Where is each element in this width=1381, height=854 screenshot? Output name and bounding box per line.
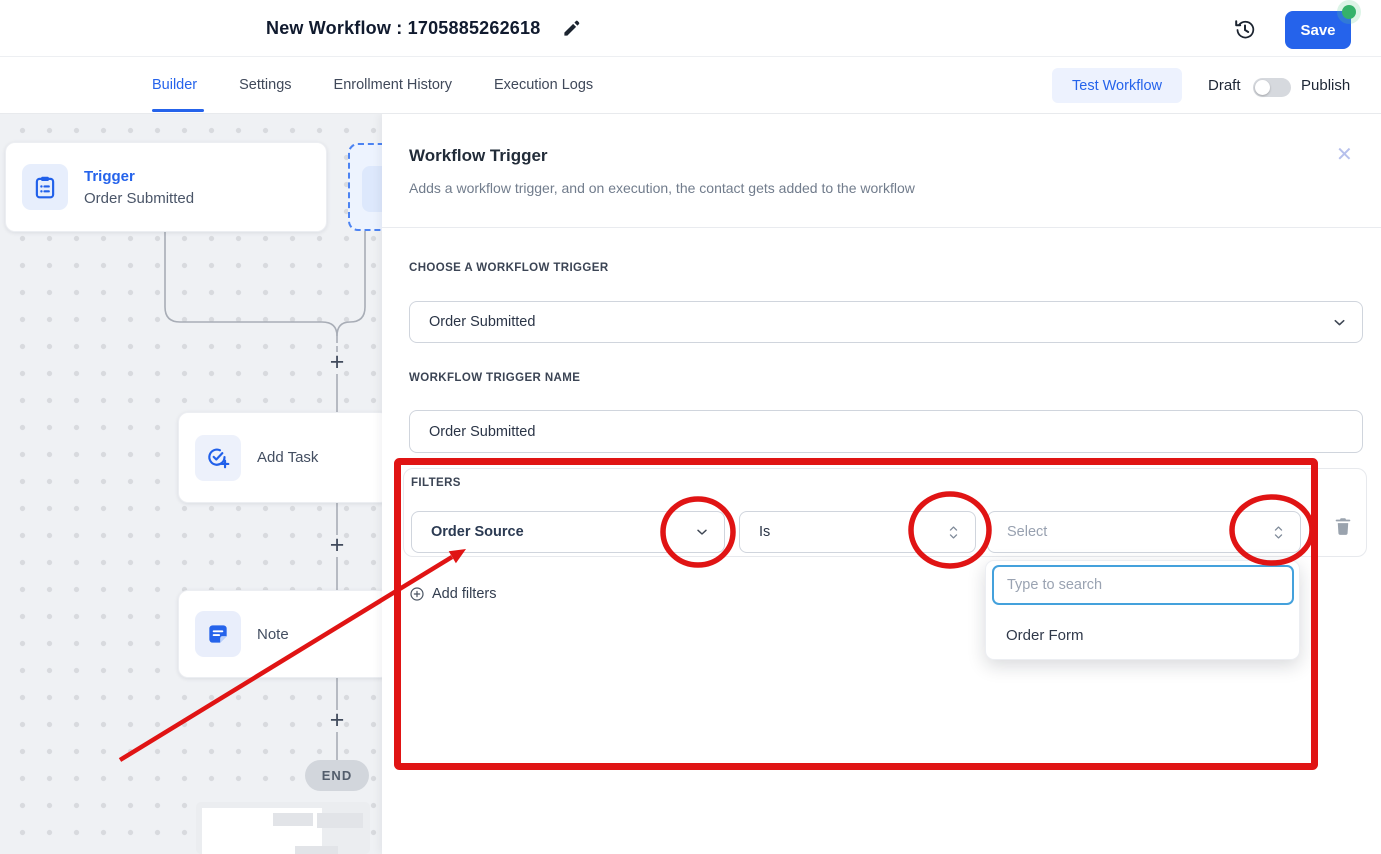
trigger-name-label: WORKFLOW TRIGGER NAME <box>409 372 580 384</box>
add-step-button-3[interactable]: + <box>324 708 350 734</box>
filter-value-select[interactable]: Select <box>987 511 1301 553</box>
delete-filter-button[interactable] <box>1332 514 1354 541</box>
trash-icon <box>1332 514 1354 538</box>
trigger-node-title: Trigger <box>84 168 194 185</box>
tab-settings[interactable]: Settings <box>239 77 291 93</box>
add-filters-button[interactable]: Add filters <box>409 586 496 602</box>
history-clock-icon <box>1233 18 1257 42</box>
publish-toggle-knob <box>1255 80 1270 95</box>
workflow-canvas[interactable]: Trigger Order Submitted + + + Add Task <box>0 114 383 854</box>
preview-bar <box>317 813 363 828</box>
filter-value-placeholder: Select <box>1007 524 1047 540</box>
tab-execution-logs[interactable]: Execution Logs <box>494 77 593 93</box>
save-button[interactable]: Save <box>1285 11 1351 49</box>
tab-builder[interactable]: Builder <box>152 77 197 93</box>
add-task-node-card[interactable]: Add Task <box>178 412 390 503</box>
filters-label: FILTERS <box>411 477 461 489</box>
note-node-title: Note <box>257 626 289 643</box>
chevron-up-down-icon <box>946 524 961 541</box>
unsaved-changes-dot <box>1342 5 1356 19</box>
filter-field-select[interactable]: Order Source <box>411 511 725 553</box>
top-bar: New Workflow : 1705885262618 Save <box>0 0 1381 57</box>
trigger-icon-box <box>22 164 68 210</box>
note-icon <box>205 621 231 647</box>
end-node-label: END <box>322 768 352 783</box>
close-icon: ✕ <box>1336 144 1353 166</box>
panel-divider <box>382 227 1381 228</box>
pencil-icon <box>562 19 581 38</box>
add-task-node-title: Add Task <box>257 449 318 466</box>
preview-bar <box>295 846 338 854</box>
dropdown-option-order-form[interactable]: Order Form <box>986 617 1299 654</box>
select-tail <box>1331 314 1348 331</box>
panel-description: Adds a workflow trigger, and on executio… <box>409 180 915 196</box>
circle-plus-icon <box>409 586 425 602</box>
add-task-icon-box <box>195 435 241 481</box>
add-step-button-1[interactable]: + <box>324 350 350 376</box>
trigger-node-text: Trigger Order Submitted <box>84 168 194 207</box>
add-step-button-2[interactable]: + <box>324 533 350 559</box>
workflow-builder-app: New Workflow : 1705885262618 Save Builde… <box>0 0 1381 854</box>
note-icon-box <box>195 611 241 657</box>
draft-label: Draft <box>1208 77 1241 94</box>
workflow-trigger-select[interactable]: Order Submitted <box>409 301 1363 343</box>
choose-trigger-label: CHOOSE A WORKFLOW TRIGGER <box>409 262 609 274</box>
trigger-name-input[interactable] <box>409 410 1363 453</box>
select-tail <box>946 524 961 541</box>
workflow-title-group: New Workflow : 1705885262618 <box>266 0 581 57</box>
preview-bar <box>273 813 313 826</box>
trigger-node-subtitle: Order Submitted <box>84 190 194 207</box>
select-tail <box>1271 524 1286 541</box>
select-tail <box>694 524 710 540</box>
filter-operator-select[interactable]: Is <box>739 511 976 553</box>
publish-toggle[interactable] <box>1253 78 1291 97</box>
trigger-node-card[interactable]: Trigger Order Submitted <box>5 142 327 232</box>
filter-operator-value: Is <box>759 524 770 540</box>
save-button-label: Save <box>1300 22 1335 39</box>
edit-title-button[interactable] <box>562 19 581 38</box>
chevron-down-icon <box>1331 314 1348 331</box>
version-history-button[interactable] <box>1230 15 1260 45</box>
dropdown-search-input[interactable] <box>992 565 1294 605</box>
note-node-card[interactable]: Note <box>178 590 390 678</box>
publish-label: Publish <box>1301 77 1350 94</box>
workflow-trigger-panel: Workflow Trigger Adds a workflow trigger… <box>382 114 1381 854</box>
clipboard-icon <box>32 174 58 200</box>
chevron-up-down-icon <box>1271 524 1286 541</box>
task-check-plus-icon <box>205 445 231 471</box>
chevron-down-icon <box>694 524 710 540</box>
tab-enrollment-history[interactable]: Enrollment History <box>334 77 452 93</box>
test-workflow-button[interactable]: Test Workflow <box>1052 68 1182 103</box>
workflow-trigger-select-value: Order Submitted <box>429 314 535 330</box>
end-node: END <box>305 760 369 791</box>
filter-field-value: Order Source <box>431 524 524 540</box>
active-tab-underline <box>152 109 204 112</box>
filter-value-dropdown: Order Form <box>985 560 1300 660</box>
add-filters-label: Add filters <box>432 586 496 602</box>
tab-bar: Builder Settings Enrollment History Exec… <box>0 57 1381 114</box>
canvas-preview-fragment <box>196 802 370 854</box>
page-title: New Workflow : 1705885262618 <box>266 18 540 39</box>
close-panel-button[interactable]: ✕ <box>1336 142 1353 167</box>
panel-title: Workflow Trigger <box>409 146 548 166</box>
